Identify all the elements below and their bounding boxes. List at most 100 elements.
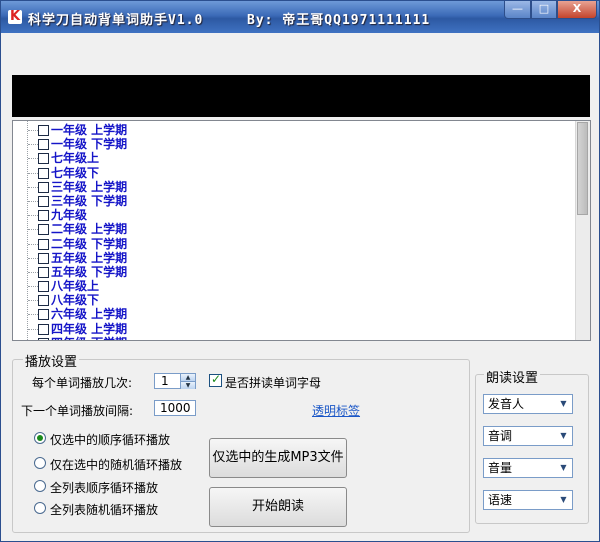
tree-item-checkbox[interactable] [38, 125, 49, 136]
tree-item[interactable]: 二年级 下学期 [13, 237, 576, 251]
tree-item-label[interactable]: 七年级下 [51, 166, 99, 180]
tree-branch-line [28, 144, 38, 146]
mode-radio-4[interactable] [34, 502, 46, 514]
tree-branch-line [28, 158, 38, 160]
minimize-icon: — [512, 2, 523, 15]
volume-select-text: 音量 [488, 461, 513, 475]
tree-item-checkbox[interactable] [38, 337, 49, 340]
speed-select[interactable]: 语速 ▼ [483, 490, 573, 510]
repeat-count-value: 1 [161, 374, 169, 388]
tree-item-checkbox[interactable] [38, 323, 49, 335]
tree-item-label[interactable]: 八年级上 [51, 279, 99, 293]
tree-item-checkbox[interactable] [38, 252, 49, 264]
mode-label-2[interactable]: 仅在选中的随机循环播放 [50, 456, 182, 473]
transparent-label-link[interactable]: 透明标签 [312, 402, 360, 419]
tree-item[interactable]: 八年级下 [13, 293, 576, 307]
tree-item[interactable]: 九年级 [13, 208, 576, 222]
tree-item-checkbox[interactable] [38, 195, 49, 207]
tree-item-label[interactable]: 六年级 上学期 [51, 307, 127, 321]
maximize-icon: □ [538, 2, 550, 15]
tree-item-checkbox[interactable] [38, 238, 49, 250]
tree-item[interactable]: 八年级上 [13, 279, 576, 293]
mode-radio-3[interactable] [34, 480, 46, 492]
app-icon-letter: K [10, 9, 21, 24]
tree-item-label[interactable]: 七年级上 [51, 151, 99, 165]
tree-item-label[interactable]: 四年级 下学期 [51, 336, 127, 340]
volume-select[interactable]: 音量 ▼ [483, 458, 573, 478]
close-icon: X [572, 2, 582, 15]
minimize-button[interactable]: — [504, 1, 531, 19]
tree-item[interactable]: 三年级 上学期 [13, 180, 576, 194]
voice-select[interactable]: 发音人 ▼ [483, 394, 573, 414]
grade-tree-view[interactable]: 一年级 上学期 一年级 下学期 七年级上 七年级下 三年级 上学期 三年级 下学期 九年级二… [12, 120, 591, 341]
voice-select-text: 发音人 [488, 397, 525, 411]
tree-item-label[interactable]: 四年级 上学期 [51, 322, 127, 336]
mode-label-4[interactable]: 全列表随机循环播放 [50, 501, 158, 518]
tree-item[interactable]: 四年级 下学期 [13, 336, 576, 340]
tree-item-label[interactable]: 八年级下 [51, 293, 99, 307]
app-window: K 科学刀自动背单词助手V1.0 By: 帝王哥QQ1971111111 — □… [0, 0, 600, 542]
repeat-count-stepper[interactable]: 1 ▲ ▼ [154, 373, 196, 389]
maximize-button[interactable]: □ [531, 1, 557, 19]
spin-down-icon[interactable]: ▼ [180, 381, 195, 389]
tree-item[interactable]: 三年级 下学期 [13, 194, 576, 208]
mode-label-3[interactable]: 全列表顺序循环播放 [50, 479, 158, 496]
start-reading-button[interactable]: 开始朗读 [209, 487, 347, 527]
tree-scroll-thumb[interactable] [577, 122, 588, 215]
chevron-down-icon[interactable]: ▼ [556, 460, 571, 476]
grade-tree-list: 一年级 上学期 一年级 下学期 七年级上 七年级下 三年级 上学期 三年级 下学期 九年级二… [13, 121, 576, 340]
chevron-down-icon[interactable]: ▼ [556, 492, 571, 508]
tree-item[interactable]: 五年级 上学期 [13, 251, 576, 265]
close-button[interactable]: X [557, 1, 597, 19]
tree-item-checkbox[interactable] [38, 266, 49, 278]
interval-input[interactable]: 1000 [154, 400, 196, 416]
spell-letters-checkbox[interactable]: ✓ [209, 372, 222, 387]
tree-item[interactable]: 一年级 上学期 [13, 123, 576, 137]
tree-item-checkbox[interactable] [38, 281, 49, 293]
tree-item-label[interactable]: 二年级 上学期 [51, 222, 127, 236]
playback-settings-title: 播放设置 [23, 351, 80, 370]
tree-branch-line [28, 243, 38, 245]
tree-item-label[interactable]: 三年级 上学期 [51, 180, 127, 194]
tree-item-checkbox[interactable] [38, 210, 49, 222]
tree-item[interactable]: 四年级 上学期 [13, 322, 576, 336]
word-display-panel [12, 75, 590, 117]
title-bar[interactable]: K 科学刀自动背单词助手V1.0 By: 帝王哥QQ1971111111 — □… [1, 1, 599, 33]
speed-select-text: 语速 [488, 493, 513, 507]
interval-value: 1000 [160, 401, 191, 415]
mode-radio-2[interactable] [34, 457, 46, 469]
tree-item[interactable]: 五年级 下学期 [13, 265, 576, 279]
tree-item-checkbox[interactable] [38, 295, 49, 307]
generate-mp3-button[interactable]: 仅选中的生成MP3文件 [209, 438, 347, 478]
chevron-down-icon[interactable]: ▼ [556, 396, 571, 412]
tree-item-checkbox[interactable] [38, 139, 49, 151]
tree-item-checkbox[interactable] [38, 181, 49, 193]
tree-item-label[interactable]: 三年级 下学期 [51, 194, 127, 208]
tree-branch-line [28, 271, 38, 273]
mode-label-1[interactable]: 仅选中的顺序循环播放 [50, 431, 170, 448]
tree-item-label[interactable]: 九年级 [51, 208, 87, 222]
mode-radio-1[interactable] [34, 432, 46, 444]
tree-item[interactable]: 一年级 下学期 [13, 137, 576, 151]
tree-vertical-scrollbar[interactable] [575, 121, 590, 340]
spin-up-icon[interactable]: ▲ [180, 374, 195, 381]
tree-item-label[interactable]: 一年级 上学期 [51, 123, 127, 137]
tree-item[interactable]: 二年级 上学期 [13, 222, 576, 236]
tree-item-label[interactable]: 二年级 下学期 [51, 237, 127, 251]
chevron-down-icon[interactable]: ▼ [556, 428, 571, 444]
tree-item[interactable]: 六年级 上学期 [13, 307, 576, 321]
tree-item-label[interactable]: 五年级 上学期 [51, 251, 127, 265]
tree-item[interactable]: 七年级下 [13, 166, 576, 180]
tree-item-checkbox[interactable] [38, 153, 49, 165]
tree-item-checkbox[interactable] [38, 309, 49, 321]
tree-item[interactable]: 七年级上 [13, 151, 576, 165]
pitch-select[interactable]: 音调 ▼ [483, 426, 573, 446]
tree-item-checkbox[interactable] [38, 167, 49, 179]
tree-branch-line [28, 229, 38, 231]
tree-item-label[interactable]: 一年级 下学期 [51, 137, 127, 151]
tree-branch-line [28, 300, 38, 302]
tree-item-label[interactable]: 五年级 下学期 [51, 265, 127, 279]
tree-item-checkbox[interactable] [38, 224, 49, 236]
tree-branch-line [28, 172, 38, 174]
spell-letters-label[interactable]: 是否拼读单词字母 [225, 374, 321, 391]
